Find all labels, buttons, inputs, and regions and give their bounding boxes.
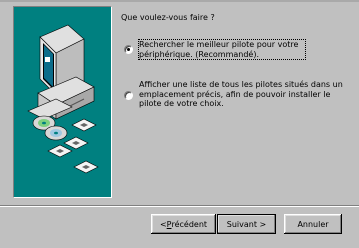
label-line: emplacement précis, afin de pouvoir inst… bbox=[139, 89, 331, 99]
radio-search-best-driver[interactable] bbox=[124, 45, 133, 54]
label-line: périphérique. (Recommandé). bbox=[139, 49, 260, 59]
option-search-best-driver-label[interactable]: Rechercher le meilleur pilote pour votre… bbox=[138, 39, 306, 60]
option-list-drivers-label[interactable]: Afficher une liste de tous les pilotes s… bbox=[139, 80, 343, 109]
radio-selected-dot bbox=[127, 48, 130, 51]
wizard-question: Que voulez-vous faire ? bbox=[121, 13, 215, 22]
label-line: Afficher une liste de tous les pilotes s… bbox=[139, 80, 343, 89]
cancel-button[interactable]: Annuler bbox=[284, 214, 342, 234]
wizard-illustration bbox=[13, 6, 112, 198]
window-top-edge bbox=[0, 0, 359, 2]
back-button[interactable]: < Précédent bbox=[151, 214, 216, 234]
back-button-prefix: < bbox=[159, 219, 167, 229]
label-line: pilote de votre choix. bbox=[139, 99, 224, 108]
radio-list-drivers[interactable] bbox=[124, 91, 133, 100]
next-button[interactable]: Suivant > bbox=[217, 214, 276, 234]
floppy-disk-icon bbox=[47, 118, 99, 174]
button-separator bbox=[0, 205, 359, 207]
label-line: Rechercher le meilleur pilote pour votre bbox=[139, 40, 299, 49]
back-button-label: récédent bbox=[171, 219, 208, 229]
